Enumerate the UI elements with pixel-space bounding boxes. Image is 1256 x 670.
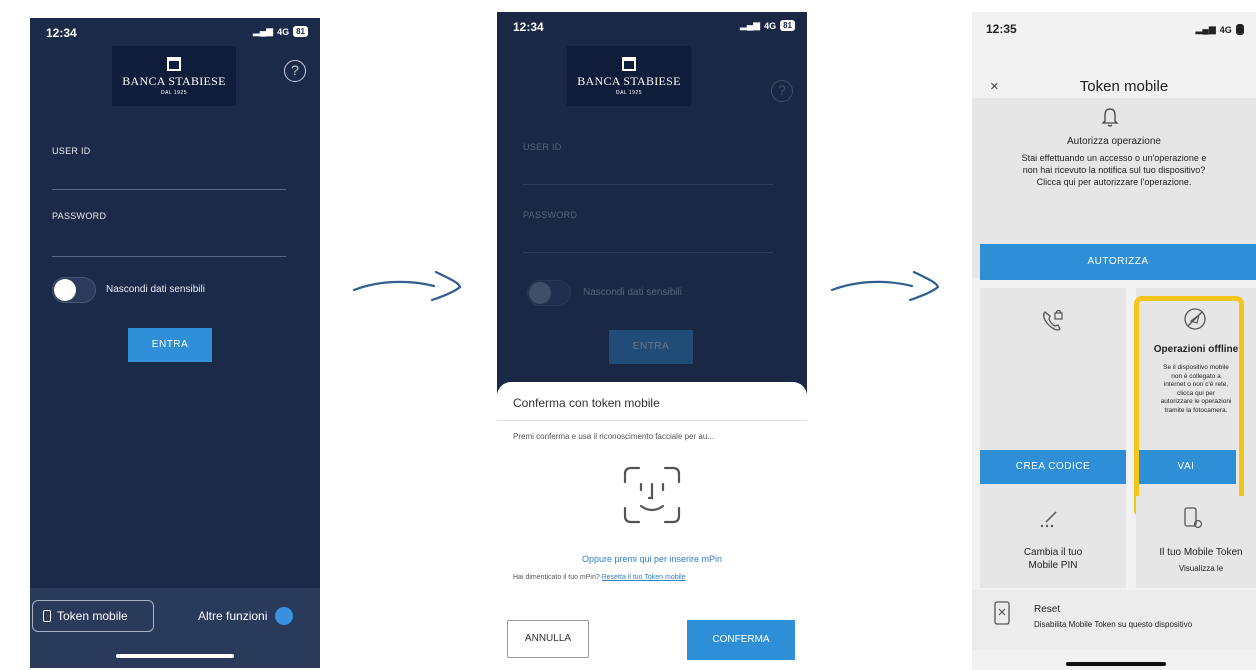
phone-icon <box>43 610 51 622</box>
help-icon[interactable]: ? <box>284 60 306 82</box>
network-label: 4G <box>277 26 290 37</box>
battery-icon <box>1235 24 1244 35</box>
reset-description: Disabilita Mobile Token su questo dispos… <box>1034 620 1193 629</box>
home-indicator <box>1066 662 1166 666</box>
hide-data-toggle <box>527 280 571 306</box>
enter-button: ENTRA <box>609 330 693 364</box>
authorize-title: Autorizza operazione <box>1067 136 1161 147</box>
authorize-button[interactable]: AUTORIZZA <box>980 244 1256 280</box>
hide-data-label: Nascondi dati sensibili <box>106 284 205 295</box>
battery-icon: 81 <box>293 26 308 37</box>
chevron-right-icon <box>275 607 294 625</box>
bank-logo-icon <box>167 56 181 71</box>
toggle-knob <box>54 279 76 301</box>
confirm-screen: 12:34 ▂▄▆ 4G 81 BANCA STABIESE DAL 1925 … <box>497 12 807 668</box>
phone-lock-icon <box>1043 309 1063 331</box>
bank-logo-icon <box>622 56 636 71</box>
hide-data-toggle[interactable] <box>52 277 96 303</box>
battery-icon: 81 <box>780 20 795 31</box>
mpin-link[interactable]: Oppure premi qui per inserire mPin <box>497 554 807 564</box>
signal-icon: ▂▄▆ <box>739 20 761 30</box>
token-mobile-screen: 12:35 ▂▄▆ 4G × Token mobile Autorizza op… <box>972 12 1256 670</box>
your-token-label: Il tuo Mobile Token <box>1159 547 1243 558</box>
home-indicator <box>116 654 234 658</box>
arrow-right-icon <box>352 270 462 302</box>
arrow-right-icon <box>830 270 940 302</box>
bank-logo: BANCA STABIESE DAL 1925 <box>112 46 236 106</box>
sheet-description: Premi conferma e usa il riconoscimento f… <box>513 432 714 441</box>
bell-icon <box>1101 108 1119 127</box>
confirm-button[interactable]: CONFERMA <box>687 620 795 660</box>
password-label: PASSWORD <box>52 211 107 221</box>
bank-name: BANCA STABIESE <box>577 73 681 88</box>
login-screen: 12:34 ▂▄▆ 4G 81 BANCA STABIESE DAL 1925 … <box>30 18 320 668</box>
status-time: 12:35 <box>986 22 1017 36</box>
signal-icon: ▂▄▆ <box>1195 24 1216 34</box>
pencil-icon <box>1040 511 1057 528</box>
confirm-sheet: Conferma con token mobile Premi conferma… <box>497 382 807 668</box>
face-id-icon <box>623 466 681 524</box>
bank-logo: BANCA STABIESE DAL 1925 <box>567 46 691 106</box>
status-bar: 12:35 ▂▄▆ 4G <box>972 12 1256 36</box>
sheet-title: Conferma con token mobile <box>513 396 660 410</box>
create-code-button[interactable]: CREA CODICE <box>980 450 1126 484</box>
divider <box>497 420 807 421</box>
signal-icon: ▂▄▆ <box>252 26 274 36</box>
password-input <box>523 252 773 253</box>
user-id-label: USER ID <box>523 142 562 152</box>
user-id-input[interactable] <box>52 189 286 190</box>
token-mobile-button[interactable]: Token mobile <box>32 600 154 632</box>
reset-phone-icon <box>994 601 1010 625</box>
password-input[interactable] <box>52 256 286 257</box>
password-label: PASSWORD <box>523 210 578 220</box>
hide-data-label: Nascondi dati sensibili <box>583 287 682 298</box>
highlight-frame <box>1134 296 1244 518</box>
user-id-input <box>523 184 773 185</box>
user-id-label: USER ID <box>52 146 91 156</box>
bank-since: DAL 1925 <box>160 89 188 96</box>
reset-token-link[interactable]: Resetta il tuo Token mobile <box>602 574 686 581</box>
network-label: 4G <box>1219 24 1232 35</box>
bank-name: BANCA STABIESE <box>122 73 226 88</box>
status-bar: 12:34 ▂▄▆ 4G 81 <box>497 12 807 34</box>
status-bar: 12:34 ▂▄▆ 4G 81 <box>30 18 320 40</box>
token-mobile-label: Token mobile <box>57 609 128 623</box>
status-time: 12:34 <box>513 20 544 34</box>
other-functions-button[interactable]: Altre funzioni <box>198 607 294 625</box>
toggle-knob <box>529 282 551 304</box>
your-token-sublabel: Visualizza le <box>1178 564 1224 573</box>
bank-since: DAL 1925 <box>615 89 643 96</box>
cancel-button[interactable]: ANNULLA <box>507 620 589 658</box>
reset-row[interactable]: Reset Disabilita Mobile Token su questo … <box>972 590 1256 650</box>
bottom-bar: Token mobile Altre funzioni <box>30 588 320 668</box>
enter-button[interactable]: ENTRA <box>128 328 212 362</box>
page-title: Token mobile <box>1079 78 1169 95</box>
forgot-mpin-text: Hai dimenticato il tuo mPin? Resetta il … <box>513 574 686 581</box>
network-label: 4G <box>764 20 777 31</box>
status-time: 12:34 <box>46 26 77 40</box>
other-functions-label: Altre funzioni <box>198 609 268 623</box>
help-icon: ? <box>771 80 793 102</box>
change-pin-label: Cambia il tuo Mobile PIN <box>1023 547 1083 571</box>
reset-title: Reset <box>1034 604 1061 615</box>
authorize-description: Stai effettuando un accesso o un'operazi… <box>1021 153 1207 187</box>
phone-settings-icon <box>1184 507 1203 529</box>
